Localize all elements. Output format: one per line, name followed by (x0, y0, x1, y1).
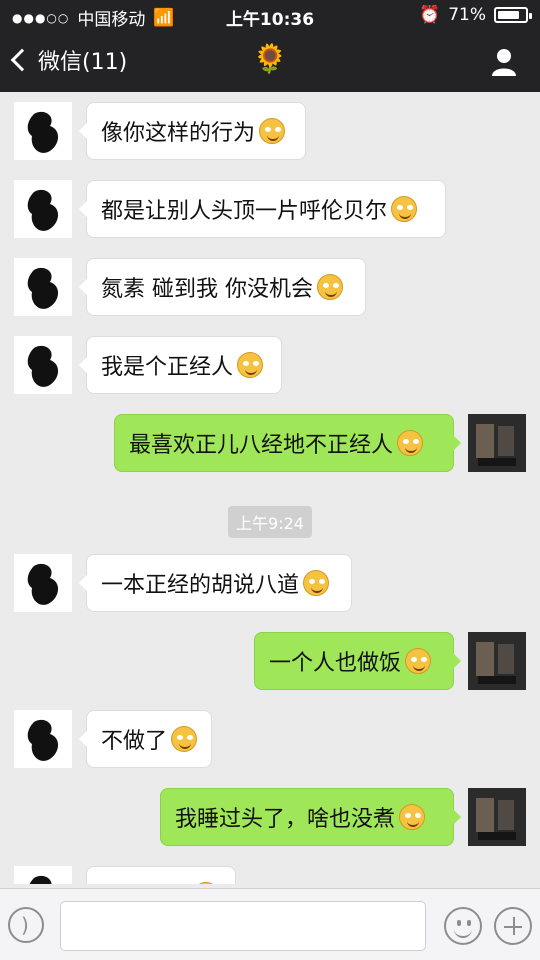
message-text: 像你这样的行为 (101, 121, 256, 146)
input-bar (0, 888, 540, 960)
avatar[interactable] (14, 554, 72, 612)
message-row: 我要确觉 (0, 866, 540, 884)
battery-percent: 71% (448, 5, 486, 25)
message-text: 不做了 (101, 729, 168, 754)
avatar[interactable] (14, 336, 72, 394)
avatar[interactable] (14, 710, 72, 768)
chat-area[interactable]: 上午9:24 像你这样的行为都是让别人头顶一片呼伦贝尔 氮素 碰到我 你没机会 我是… (0, 92, 540, 884)
message-row: 都是让别人头顶一片呼伦贝尔 (0, 180, 540, 238)
app-header: ●●●○○ 中国移动 📶 上午10:36 ⏰ 71% 微信(11) 🌻 (0, 0, 540, 92)
message-bubble-left[interactable]: 像你这样的行为 (79, 102, 306, 160)
message-row: 像你这样的行为 (0, 102, 540, 160)
smirk-emoji-icon (237, 352, 264, 378)
smirk-emoji-icon (259, 118, 286, 144)
avatar[interactable] (14, 102, 72, 160)
message-input[interactable] (60, 901, 426, 951)
smirk-emoji-icon (397, 430, 424, 456)
smirk-emoji-icon (193, 882, 220, 884)
message-bubble-right[interactable]: 最喜欢正儿八经地不正经人 (114, 414, 461, 472)
smirk-emoji-icon (405, 648, 432, 674)
timestamp-divider: 上午9:24 (0, 506, 540, 538)
avatar[interactable] (14, 180, 72, 238)
battery-fill (498, 11, 520, 19)
timestamp-label: 上午9:24 (228, 506, 312, 538)
message-text: 氮素 碰到我 你没机会 (101, 277, 313, 302)
message-row: 最喜欢正儿八经地不正经人 (0, 414, 540, 472)
message-bubble-right[interactable]: 一个人也做饭 (254, 632, 461, 690)
smirk-emoji-icon (391, 196, 418, 222)
avatar[interactable] (468, 414, 526, 472)
battery-icon (494, 7, 532, 23)
avatar[interactable] (468, 788, 526, 846)
status-bar: ●●●○○ 中国移动 📶 上午10:36 ⏰ 71% (0, 0, 540, 30)
smirk-emoji-icon (399, 804, 426, 830)
message-text: 最喜欢正儿八经地不正经人 (129, 433, 394, 458)
message-bubble-left[interactable]: 我要确觉 (86, 866, 236, 884)
message-text: 都是让别人头顶一片呼伦贝尔 (101, 199, 388, 224)
smirk-emoji-icon (303, 570, 330, 596)
voice-icon[interactable] (8, 907, 44, 943)
plus-icon[interactable] (494, 907, 532, 945)
smiley-icon[interactable] (444, 907, 482, 945)
message-row: 我是个正经人 (0, 336, 540, 394)
avatar[interactable] (468, 632, 526, 690)
message-bubble-left[interactable]: 我是个正经人 (79, 336, 282, 394)
chat-title: 🌻 (252, 42, 288, 75)
message-row: 我睡过头了，啥也没煮 (0, 788, 540, 846)
nav-bar: 微信(11) 🌻 (0, 30, 540, 92)
message-text: 一个人也做饭 (269, 651, 402, 676)
message-bubble-right[interactable]: 我睡过头了，啥也没煮 (160, 788, 461, 846)
message-row: 氮素 碰到我 你没机会 (0, 258, 540, 316)
message-row: 一本正经的胡说八道 (0, 554, 540, 612)
message-bubble-left[interactable]: 不做了 (79, 710, 212, 768)
status-right: ⏰ 71% (419, 5, 532, 25)
smirk-emoji-icon (317, 274, 343, 300)
message-row: 一个人也做饭 (0, 632, 540, 690)
message-bubble-left[interactable]: 都是让别人头顶一片呼伦贝尔 (79, 180, 446, 238)
avatar[interactable] (14, 866, 72, 884)
message-bubble-left[interactable]: 一本正经的胡说八道 (79, 554, 352, 612)
message-row: 不做了 (0, 710, 540, 768)
avatar[interactable] (14, 258, 72, 316)
smirk-emoji-icon (171, 726, 197, 752)
message-bubble-left[interactable]: 氮素 碰到我 你没机会 (79, 258, 366, 316)
message-text: 我是个正经人 (101, 355, 234, 380)
person-icon[interactable] (488, 46, 520, 78)
alarm-icon: ⏰ (419, 5, 441, 25)
message-text: 我要确觉 (101, 879, 189, 884)
message-text: 我睡过头了，啥也没煮 (175, 807, 396, 832)
message-text: 一本正经的胡说八道 (101, 573, 300, 598)
